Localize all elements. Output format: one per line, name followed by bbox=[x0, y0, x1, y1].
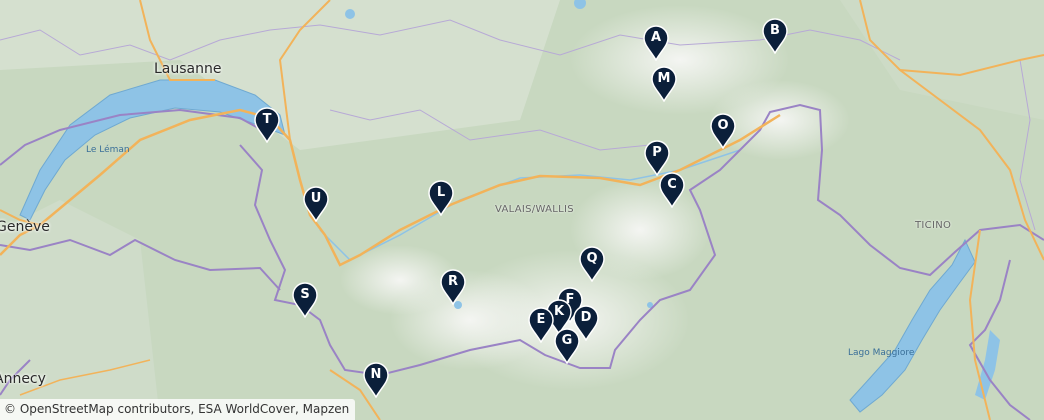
marker-label: E bbox=[536, 312, 546, 327]
region-ticino: TICINO bbox=[915, 220, 952, 231]
map-marker-c[interactable]: C bbox=[658, 172, 686, 208]
marker-label: B bbox=[770, 23, 780, 38]
marker-label: U bbox=[310, 191, 322, 206]
marker-label: C bbox=[667, 177, 677, 192]
map-marker-p[interactable]: P bbox=[643, 140, 671, 176]
marker-label: O bbox=[717, 118, 729, 133]
lake-lago-maggiore: Lago Maggiore bbox=[848, 348, 915, 358]
marker-label: G bbox=[561, 333, 573, 348]
map-marker-r[interactable]: R bbox=[439, 269, 467, 305]
marker-label: M bbox=[657, 71, 671, 86]
marker-label: S bbox=[300, 287, 310, 302]
map-marker-e[interactable]: E bbox=[527, 307, 555, 343]
marker-label: N bbox=[370, 367, 382, 382]
region-valais-wallis: VALAIS/WALLIS bbox=[495, 204, 574, 215]
place-annecy: Annecy bbox=[0, 371, 46, 387]
map-attribution[interactable]: © OpenStreetMap contributors, ESA WorldC… bbox=[0, 399, 356, 420]
map-canvas[interactable]: Lausanne Genève Annecy VALAIS/WALLIS TIC… bbox=[0, 0, 1044, 420]
map-marker-n[interactable]: N bbox=[362, 362, 390, 398]
marker-label: Q bbox=[586, 251, 598, 266]
map-marker-l[interactable]: L bbox=[427, 180, 455, 216]
map-marker-u[interactable]: U bbox=[302, 186, 330, 222]
map-marker-m[interactable]: M bbox=[650, 66, 678, 102]
map-marker-q[interactable]: Q bbox=[578, 246, 606, 282]
marker-label: D bbox=[580, 310, 592, 325]
marker-label: R bbox=[447, 274, 458, 289]
map-marker-a[interactable]: A bbox=[642, 25, 670, 61]
marker-label: P bbox=[652, 145, 662, 160]
marker-label: T bbox=[262, 112, 272, 127]
lake-le-leman: Le Léman bbox=[86, 145, 130, 155]
marker-label: L bbox=[436, 185, 446, 200]
place-geneve: Genève bbox=[0, 219, 50, 235]
map-marker-b[interactable]: B bbox=[761, 18, 789, 54]
map-marker-s[interactable]: S bbox=[291, 282, 319, 318]
place-lausanne: Lausanne bbox=[154, 61, 222, 77]
map-marker-g[interactable]: G bbox=[553, 328, 581, 364]
map-marker-t[interactable]: T bbox=[253, 107, 281, 143]
marker-label: A bbox=[650, 30, 662, 45]
map-marker-o[interactable]: O bbox=[709, 113, 737, 149]
